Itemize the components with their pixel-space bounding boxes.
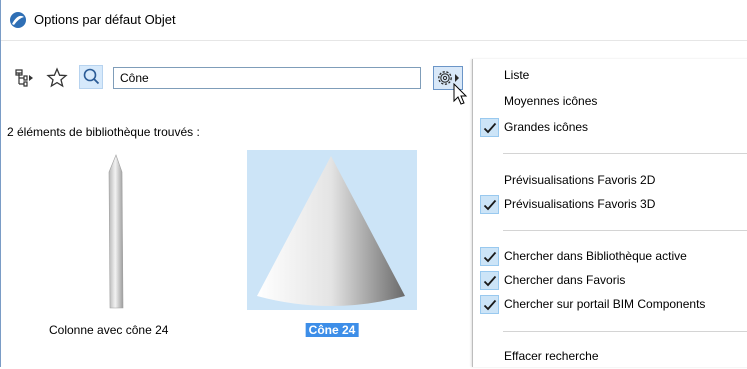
dialog-window: Options par défaut Objet Cône 2 éléments… [0, 0, 747, 367]
star-icon[interactable] [46, 67, 68, 89]
menu-item-label: Moyennes icônes [504, 94, 598, 108]
check-icon [480, 295, 499, 314]
item-label: Colonne avec cône 24 [49, 323, 169, 337]
menu-separator [503, 230, 747, 231]
window-title: Options par défaut Objet [34, 12, 176, 27]
search-input[interactable]: Cône [113, 67, 421, 89]
menu-item-chercher-favoris[interactable]: Chercher dans Favoris [473, 269, 747, 293]
menu-item-label: Chercher dans Bibliothèque active [504, 249, 687, 263]
menu-item-label: Liste [504, 68, 530, 82]
menu-separator [503, 153, 747, 154]
gear-options-menu: Liste Moyennes icônes Grandes icônes Pré… [472, 59, 747, 367]
check-icon [480, 195, 499, 214]
search-icon [83, 68, 100, 85]
title-bar: Options par défaut Objet [1, 0, 747, 41]
check-icon [480, 271, 499, 290]
menu-item-label: Grandes icônes [504, 120, 589, 134]
check-icon [480, 247, 499, 266]
library-item[interactable]: Colonne avec cône 24 [31, 150, 201, 360]
archicad-app-icon [10, 12, 26, 28]
item-label-selected: Cône 24 [305, 323, 359, 337]
column-preview-image [108, 154, 124, 309]
menu-item-previsualisations-3d[interactable]: Prévisualisations Favoris 3D [473, 193, 747, 217]
menu-item-label: Chercher sur portail BIM Components [504, 297, 706, 311]
check-icon [480, 118, 499, 137]
cone-preview-image [247, 150, 417, 310]
menu-item-label: Prévisualisations Favoris 3D [504, 197, 656, 211]
menu-item-liste[interactable]: Liste [473, 64, 747, 88]
menu-item-label: Chercher dans Favoris [504, 273, 626, 287]
library-results-list: Colonne avec cône 24 Cône 24 [1, 150, 471, 367]
menu-separator [503, 331, 747, 332]
menu-item-previsualisations-2d[interactable]: Prévisualisations Favoris 2D [473, 169, 747, 193]
toolbar: Cône [1, 40, 471, 114]
menu-item-grandes-icones[interactable]: Grandes icônes [473, 116, 747, 140]
menu-item-chercher-bibliotheque[interactable]: Chercher dans Bibliothèque active [473, 245, 747, 269]
tree-icon[interactable] [13, 67, 35, 89]
results-count: 2 éléments de bibliothèque trouvés : [7, 125, 200, 139]
menu-item-label: Effacer recherche [504, 349, 599, 363]
menu-item-effacer-recherche[interactable]: Effacer recherche [473, 345, 747, 369]
library-item-selected[interactable]: Cône 24 [247, 150, 417, 360]
menu-item-label: Prévisualisations Favoris 2D [504, 173, 656, 187]
search-button[interactable] [79, 65, 103, 89]
menu-item-moyennes-icones[interactable]: Moyennes icônes [473, 90, 747, 114]
menu-item-chercher-bim[interactable]: Chercher sur portail BIM Components [473, 293, 747, 317]
mouse-cursor-icon [453, 83, 468, 105]
